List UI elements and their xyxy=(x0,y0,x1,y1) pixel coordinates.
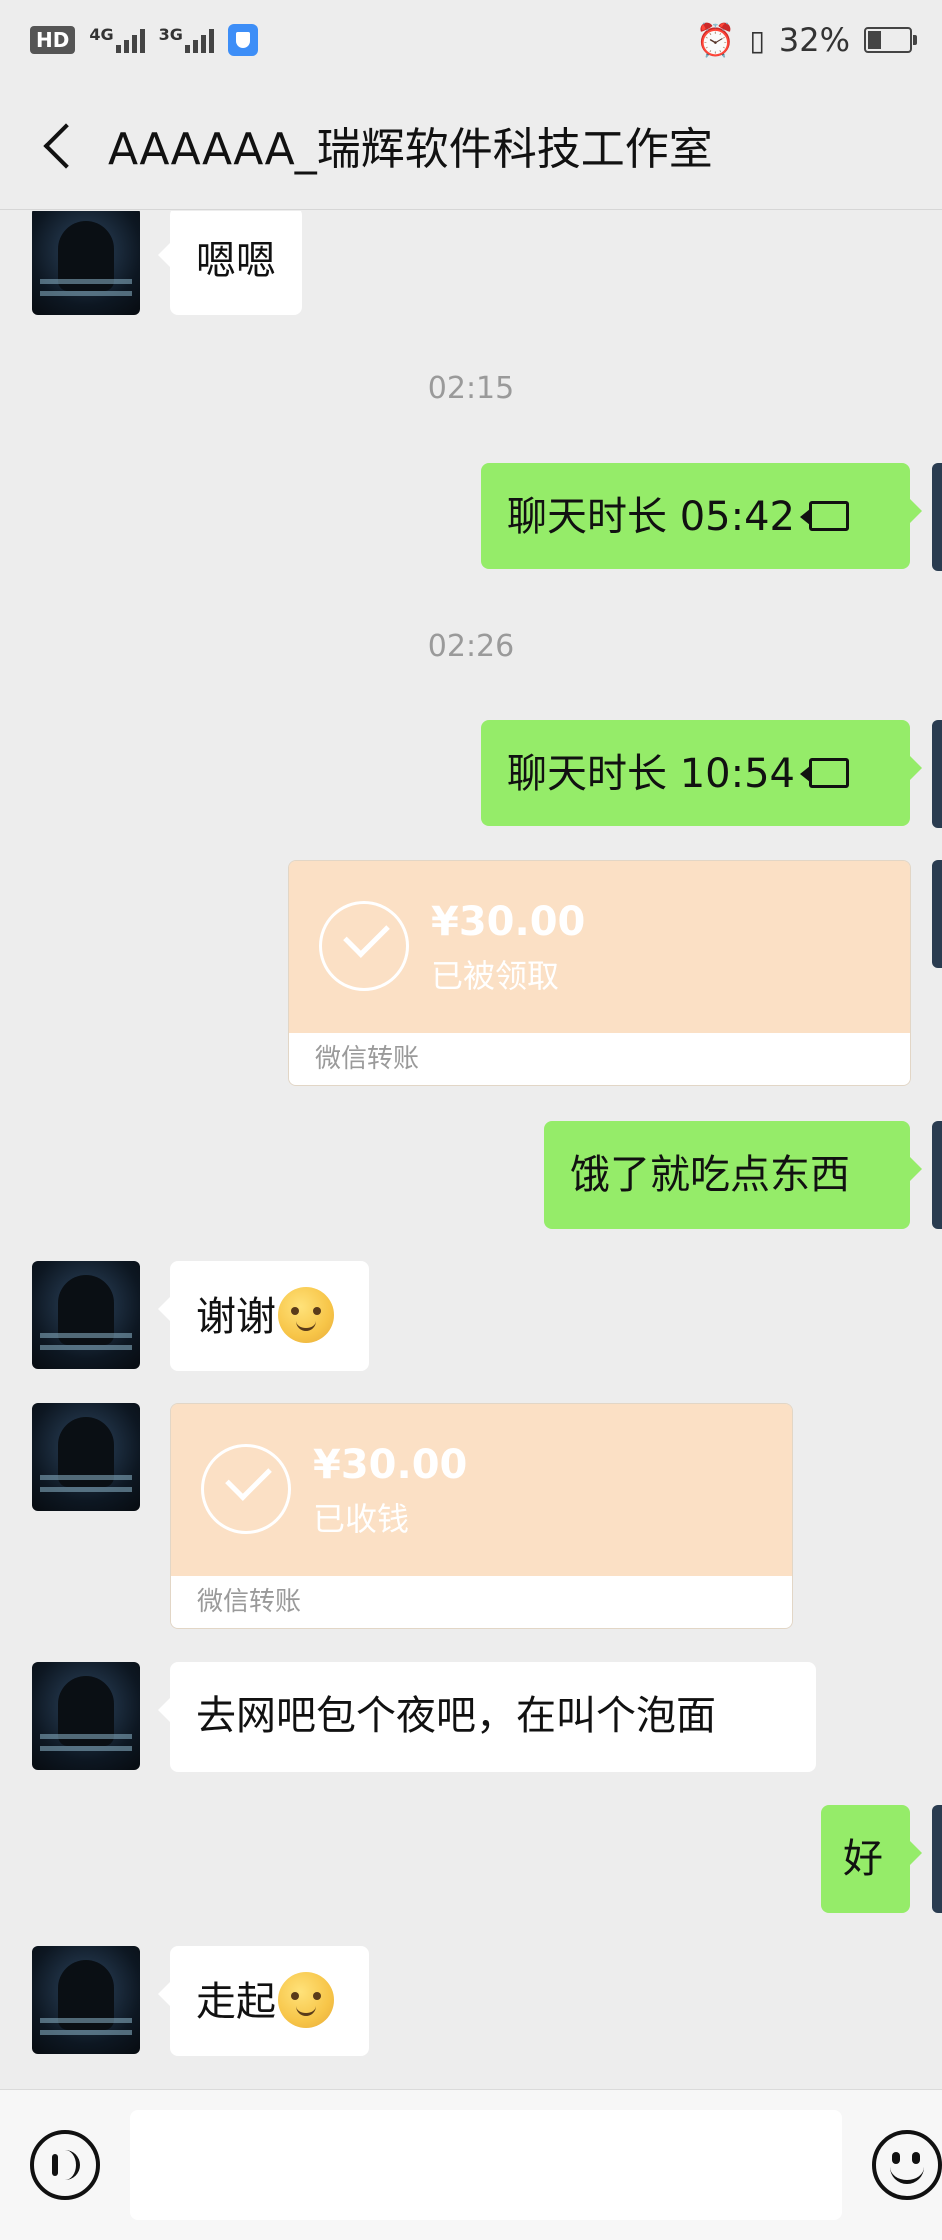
shield-icon xyxy=(227,24,258,56)
avatar-self[interactable] xyxy=(932,720,942,828)
call-duration-text: 聊天时长 05:42 xyxy=(507,494,795,540)
check-circle-icon xyxy=(201,1444,291,1534)
voice-icon[interactable] xyxy=(30,2130,100,2200)
hd-badge: HD xyxy=(30,26,76,54)
battery-icon xyxy=(864,27,917,53)
signal-icon xyxy=(184,27,214,53)
network-3g-label: 3G xyxy=(158,25,183,44)
avatar-self[interactable] xyxy=(932,1805,942,1913)
message-text: 走起 xyxy=(196,1979,276,2025)
timestamp: 02:26 xyxy=(427,629,515,664)
transfer-status: 已收钱 xyxy=(313,1500,410,1538)
avatar[interactable] xyxy=(32,1261,140,1369)
network-3g: 3G xyxy=(159,27,214,53)
avatar-self[interactable] xyxy=(932,860,942,968)
message-input[interactable] xyxy=(130,2110,842,2220)
chat-title: AAAAAA_瑞辉软件科技工作室 xyxy=(108,123,713,175)
message-bubble-incoming[interactable]: 去网吧包个夜吧，在叫个泡面 xyxy=(158,1662,816,1772)
message-bubble-incoming[interactable]: 嗯嗯 xyxy=(158,211,302,315)
chat-header: AAAAAA_瑞辉软件科技工作室 xyxy=(0,80,942,210)
check-circle-icon xyxy=(319,901,409,991)
transfer-card-outgoing[interactable]: ¥30.00 已被领取 微信转账 xyxy=(288,860,911,1086)
emoji-icon[interactable] xyxy=(872,2130,942,2200)
network-4g: 4G xyxy=(89,25,145,53)
status-left: HD 4G 3G xyxy=(30,24,258,56)
call-duration-text: 聊天时长 10:54 xyxy=(507,751,795,797)
message-list[interactable]: 嗯嗯 02:15 聊天时长 05:42 02:26 聊天时长 10:54 ¥30… xyxy=(0,211,942,2089)
video-call-icon xyxy=(800,501,849,531)
network-4g-label: 4G xyxy=(89,25,114,44)
input-bar xyxy=(0,2089,942,2240)
avatar[interactable] xyxy=(32,1403,140,1511)
transfer-label: 微信转账 xyxy=(289,1033,910,1085)
avatar[interactable] xyxy=(32,211,140,315)
timestamp: 02:15 xyxy=(427,371,515,406)
message-bubble-incoming[interactable]: 谢谢 xyxy=(158,1261,369,1371)
transfer-amount: ¥30.00 xyxy=(431,899,586,945)
avatar-self[interactable] xyxy=(932,1121,942,1229)
message-bubble-outgoing[interactable]: 好 xyxy=(821,1805,922,1913)
call-record-bubble[interactable]: 聊天时长 05:42 xyxy=(481,463,922,569)
message-bubble-incoming[interactable]: 走起 xyxy=(158,1946,369,2056)
avatar[interactable] xyxy=(32,1662,140,1770)
battery-percent: 32% xyxy=(778,21,850,59)
avatar[interactable] xyxy=(32,1946,140,2054)
alarm-icon: ⏰ xyxy=(695,21,736,59)
message-text: 谢谢 xyxy=(196,1294,276,1340)
avatar-self[interactable] xyxy=(932,463,942,571)
vibrate-icon: ▯ xyxy=(749,23,765,57)
signal-icon xyxy=(115,27,145,53)
thinking-emoji-icon xyxy=(278,1287,334,1343)
transfer-card-incoming[interactable]: ¥30.00 已收钱 微信转账 xyxy=(170,1403,793,1629)
chevron-left-icon[interactable] xyxy=(38,120,78,170)
status-right: ⏰ ▯ 32% xyxy=(695,21,917,59)
transfer-label: 微信转账 xyxy=(171,1576,792,1628)
transfer-status: 已被领取 xyxy=(431,957,560,995)
status-bar: HD 4G 3G ⏰ ▯ 32% xyxy=(0,0,942,80)
video-call-icon xyxy=(800,758,849,788)
call-record-bubble[interactable]: 聊天时长 10:54 xyxy=(481,720,922,826)
transfer-card-body: ¥30.00 已收钱 xyxy=(171,1404,792,1576)
transfer-card-body: ¥30.00 已被领取 xyxy=(289,861,910,1033)
smile-emoji-icon xyxy=(278,1972,334,2028)
transfer-amount: ¥30.00 xyxy=(313,1442,468,1488)
message-bubble-outgoing[interactable]: 饿了就吃点东西 xyxy=(544,1121,922,1229)
